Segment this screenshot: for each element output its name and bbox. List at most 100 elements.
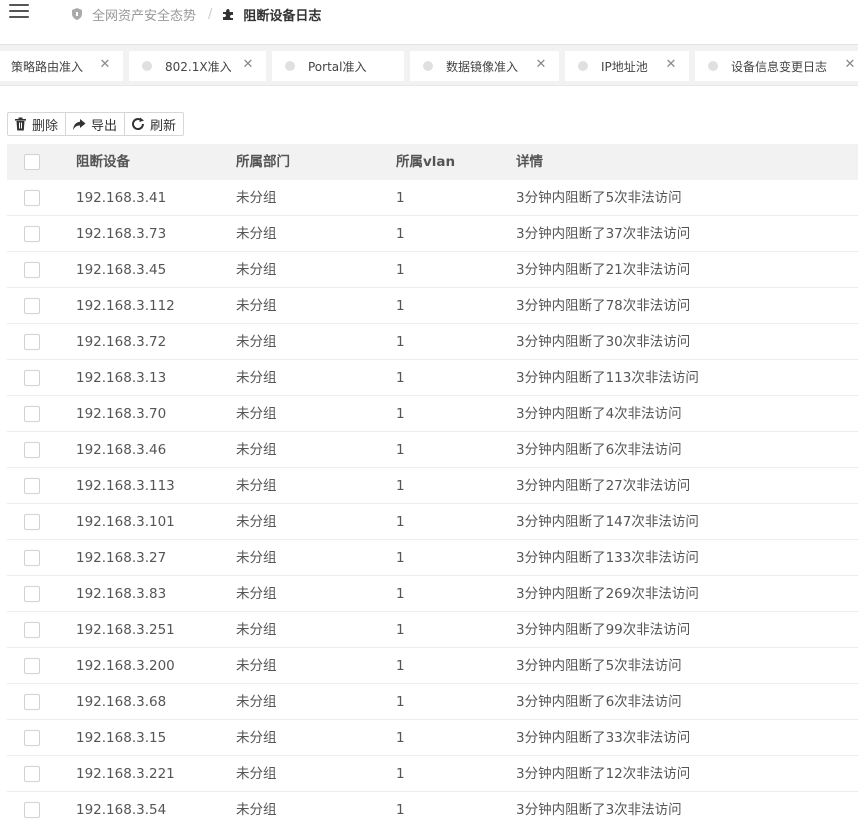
row-checkbox[interactable] — [24, 550, 40, 566]
row-checkbox[interactable] — [24, 406, 40, 422]
breadcrumb-item-block-log: 阻断设备日志 — [221, 5, 321, 24]
close-icon[interactable]: ✕ — [242, 58, 254, 72]
table-row[interactable]: 192.168.3.27 未分组 1 3分钟内阻断了133次非法访问 — [7, 540, 858, 576]
delete-button-label: 删除 — [32, 118, 59, 134]
table-row[interactable]: 192.168.3.13 未分组 1 3分钟内阻断了113次非法访问 — [7, 360, 858, 396]
table-body: 192.168.3.41 未分组 1 3分钟内阻断了5次非法访问 192.168.3.7… — [7, 180, 858, 825]
block-log-table: 阻断设备 所属部门 所属vlan 详情 192.168.3.41 未分组 1 3分钟内… — [7, 144, 858, 825]
close-icon[interactable]: ✕ — [844, 58, 856, 72]
table-row[interactable]: 192.168.3.72 未分组 1 3分钟内阻断了30次非法访问 — [7, 324, 858, 360]
table-row[interactable]: 192.168.3.251 未分组 1 3分钟内阻断了99次非法访问 — [7, 612, 858, 648]
table-row[interactable]: 192.168.3.83 未分组 1 3分钟内阻断了269次非法访问 — [7, 576, 858, 612]
row-checkbox[interactable] — [24, 622, 40, 638]
cell-department: 未分组 — [236, 658, 277, 674]
cell-department: 未分组 — [236, 694, 277, 710]
row-checkbox[interactable] — [24, 514, 40, 530]
top-header: 全网资产安全态势 / 阻断设备日志 — [0, 0, 858, 30]
column-header-detail[interactable]: 详情 — [516, 144, 543, 180]
cell-device: 192.168.3.70 — [76, 406, 167, 422]
cell-department: 未分组 — [236, 622, 277, 638]
cell-vlan: 1 — [396, 622, 405, 638]
refresh-icon — [132, 117, 145, 130]
delete-button[interactable]: 删除 — [7, 112, 67, 136]
tab-portal[interactable]: Portal准入 — [272, 51, 404, 81]
cell-vlan: 1 — [396, 298, 405, 314]
cell-vlan: 1 — [396, 262, 405, 278]
cell-device: 192.168.3.27 — [76, 550, 167, 566]
row-checkbox[interactable] — [24, 262, 40, 278]
cell-detail: 3分钟内阻断了33次非法访问 — [516, 730, 691, 746]
cell-detail: 3分钟内阻断了147次非法访问 — [516, 514, 699, 530]
cell-department: 未分组 — [236, 298, 277, 314]
cell-vlan: 1 — [396, 478, 405, 494]
column-header-vlan[interactable]: 所属vlan — [396, 144, 455, 180]
close-icon[interactable]: ✕ — [665, 58, 677, 72]
cell-device: 192.168.3.112 — [76, 298, 175, 314]
cell-detail: 3分钟内阻断了5次非法访问 — [516, 190, 682, 206]
row-checkbox[interactable] — [24, 766, 40, 782]
row-checkbox[interactable] — [24, 694, 40, 710]
table-row[interactable]: 192.168.3.41 未分组 1 3分钟内阻断了5次非法访问 — [7, 180, 858, 216]
table-row[interactable]: 192.168.3.70 未分组 1 3分钟内阻断了4次非法访问 — [7, 396, 858, 432]
close-icon[interactable]: ✕ — [535, 58, 547, 72]
tab-label: Portal准入 — [308, 59, 367, 74]
close-icon[interactable]: ✕ — [99, 58, 111, 72]
column-header-device[interactable]: 阻断设备 — [76, 144, 130, 180]
shield-icon — [72, 8, 82, 20]
table-row[interactable]: 192.168.3.113 未分组 1 3分钟内阻断了27次非法访问 — [7, 468, 858, 504]
tab-policy-route[interactable]: 策略路由准入 ✕ — [0, 51, 123, 81]
cell-department: 未分组 — [236, 262, 277, 278]
table-row[interactable]: 192.168.3.221 未分组 1 3分钟内阻断了12次非法访问 — [7, 756, 858, 792]
table-row[interactable]: 192.168.3.101 未分组 1 3分钟内阻断了147次非法访问 — [7, 504, 858, 540]
row-checkbox[interactable] — [24, 730, 40, 746]
cell-device: 192.168.3.83 — [76, 586, 167, 602]
cell-vlan: 1 — [396, 370, 405, 386]
row-checkbox[interactable] — [24, 298, 40, 314]
tab-label: 802.1X准入 — [165, 59, 232, 74]
table-row[interactable]: 192.168.3.45 未分组 1 3分钟内阻断了21次非法访问 — [7, 252, 858, 288]
table-row[interactable]: 192.168.3.46 未分组 1 3分钟内阻断了6次非法访问 — [7, 432, 858, 468]
cell-vlan: 1 — [396, 406, 405, 422]
tab-8021x[interactable]: 802.1X准入 ✕ — [129, 51, 266, 81]
table-row[interactable]: 192.168.3.54 未分组 1 3分钟内阻断了3次非法访问 — [7, 792, 858, 825]
cell-vlan: 1 — [396, 190, 405, 206]
cell-device: 192.168.3.221 — [76, 766, 175, 782]
column-header-department[interactable]: 所属部门 — [236, 144, 290, 180]
refresh-button[interactable]: 刷新 — [124, 112, 185, 136]
table-row[interactable]: 192.168.3.112 未分组 1 3分钟内阻断了78次非法访问 — [7, 288, 858, 324]
row-checkbox[interactable] — [24, 226, 40, 242]
table-row[interactable]: 192.168.3.73 未分组 1 3分钟内阻断了37次非法访问 — [7, 216, 858, 252]
cell-device: 192.168.3.13 — [76, 370, 167, 386]
cell-department: 未分组 — [236, 802, 277, 818]
row-checkbox[interactable] — [24, 586, 40, 602]
table-row[interactable]: 192.168.3.15 未分组 1 3分钟内阻断了33次非法访问 — [7, 720, 858, 756]
cell-detail: 3分钟内阻断了12次非法访问 — [516, 766, 691, 782]
row-checkbox[interactable] — [24, 334, 40, 350]
row-checkbox[interactable] — [24, 442, 40, 458]
tab-ip-pool[interactable]: IP地址池 ✕ — [565, 51, 689, 81]
export-button[interactable]: 导出 — [65, 112, 126, 136]
table-row[interactable]: 192.168.3.200 未分组 1 3分钟内阻断了5次非法访问 — [7, 648, 858, 684]
tab-status-dot — [708, 61, 718, 71]
tab-status-dot — [578, 61, 588, 71]
tab-data-mirror[interactable]: 数据镜像准入 ✕ — [410, 51, 559, 81]
row-checkbox[interactable] — [24, 802, 40, 818]
row-checkbox[interactable] — [24, 190, 40, 206]
hamburger-menu-icon[interactable] — [9, 4, 29, 20]
select-all-checkbox[interactable] — [24, 154, 40, 170]
cell-detail: 3分钟内阻断了78次非法访问 — [516, 298, 691, 314]
row-checkbox[interactable] — [24, 370, 40, 386]
row-checkbox[interactable] — [24, 478, 40, 494]
table-row[interactable]: 192.168.3.68 未分组 1 3分钟内阻断了6次非法访问 — [7, 684, 858, 720]
export-button-label: 导出 — [91, 118, 118, 134]
cell-vlan: 1 — [396, 334, 405, 350]
tab-device-change-log[interactable]: 设备信息变更日志 ✕ — [695, 51, 858, 81]
share-arrow-icon — [73, 118, 86, 130]
cell-vlan: 1 — [396, 586, 405, 602]
cell-vlan: 1 — [396, 226, 405, 242]
cell-device: 192.168.3.68 — [76, 694, 167, 710]
breadcrumb-item-asset-security[interactable]: 全网资产安全态势 — [70, 5, 196, 24]
cell-vlan: 1 — [396, 550, 405, 566]
cell-device: 192.168.3.101 — [76, 514, 175, 530]
row-checkbox[interactable] — [24, 658, 40, 674]
